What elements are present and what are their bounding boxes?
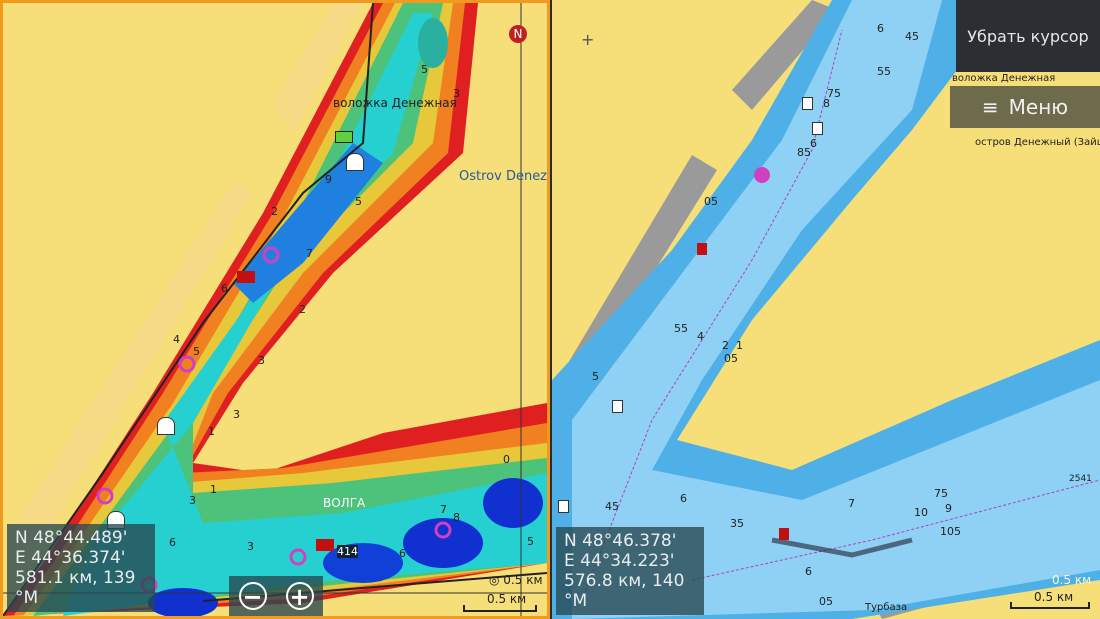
longitude: E 44°34.223' — [564, 551, 675, 571]
depth-value: 3 — [247, 540, 254, 553]
depth-value: 0 — [503, 453, 510, 466]
depth-value: 05 — [724, 352, 738, 365]
cursor-coordinates-panel: N 48°46.378' E 44°34.223' 576.8 км, 140 … — [556, 527, 704, 615]
depth-value: 3 — [189, 494, 196, 507]
waypoint-flag-red[interactable] — [779, 528, 789, 540]
depth-value: 2 — [299, 303, 306, 316]
latitude: N 48°44.489' — [15, 528, 128, 548]
depth-value: 1 — [210, 483, 217, 496]
depth-value: 3 — [233, 408, 240, 421]
island-label: остров Денежный (Зайце — [975, 137, 1100, 148]
waypoint-flag-white[interactable] — [802, 97, 813, 110]
depth-value: 6 — [810, 137, 817, 150]
waypoint-flag-green[interactable] — [335, 131, 353, 143]
depth-value: 55 — [674, 322, 688, 335]
depth-value: 5 — [592, 370, 599, 383]
river-label: ВОЛГА — [323, 496, 366, 510]
depth-value: 6 — [877, 22, 884, 35]
channel-label: воложка Денежная — [952, 73, 1056, 84]
depth-value: 3 — [258, 354, 265, 367]
scale-bar — [1010, 602, 1090, 609]
right-chart-pane[interactable]: + Убрать курсор ≡ Меню воложка Денежная … — [552, 0, 1100, 619]
distance-bearing: 581.1 км, 139 °M — [15, 568, 136, 608]
waypoint-flag-white[interactable] — [812, 122, 823, 135]
depth-value: 45 — [605, 500, 619, 513]
depth-value: 5 — [193, 345, 200, 358]
depth-value: 105 — [940, 525, 961, 538]
depth-value: 75 — [934, 487, 948, 500]
waypoint-flag-red[interactable] — [697, 243, 707, 255]
scale-bar — [463, 605, 537, 612]
depth-value: 35 — [730, 517, 744, 530]
depth-value: 6 — [221, 282, 228, 295]
depth-value: 5 — [527, 535, 534, 548]
latitude: N 48°46.378' — [564, 531, 677, 551]
track-label: 2541 — [1069, 474, 1092, 484]
waypoint-flag-white[interactable] — [558, 500, 569, 513]
longitude: E 44°36.374' — [15, 548, 126, 568]
depth-value: 3 — [453, 87, 460, 100]
range-ring-value: 0.5 км — [503, 573, 543, 587]
waypoint-flag-red[interactable] — [316, 539, 334, 551]
depth-value: 1 — [736, 339, 743, 352]
depth-value: 5 — [421, 63, 428, 76]
cursor-coordinates-panel: N 48°44.489' E 44°36.374' 581.1 км, 139 … — [7, 524, 155, 612]
zoom-out-button[interactable]: − — [238, 582, 267, 610]
depth-value: 6 — [399, 547, 406, 560]
depth-value: 7 — [306, 247, 313, 260]
hamburger-icon: ≡ — [981, 95, 999, 119]
waypoint-flag-white[interactable] — [612, 400, 623, 413]
depth-value: 85 — [797, 146, 811, 159]
depth-value: 6 — [169, 536, 176, 549]
depth-value: 1 — [208, 425, 215, 438]
island-label: Ostrov Denez — [459, 169, 548, 184]
left-chart-pane[interactable]: N воложка Денежная Ostrov Denez ВОЛГА 41… — [0, 0, 550, 619]
depth-value: 10 — [914, 506, 928, 519]
depth-value: 9 — [945, 502, 952, 515]
north-icon[interactable]: N — [509, 25, 527, 43]
zoom-in-button[interactable]: + — [285, 582, 314, 610]
depth-value: 5 — [355, 195, 362, 208]
depth-value: 9 — [325, 173, 332, 186]
depth-value: 55 — [877, 65, 891, 78]
depth-value: 2 — [271, 205, 278, 218]
menu-button[interactable]: ≡ Меню — [950, 86, 1100, 128]
depth-value: 8 — [453, 511, 460, 524]
bell-marker-icon[interactable] — [157, 417, 175, 435]
depth-value: 7 — [440, 503, 447, 516]
depth-value: 45 — [905, 30, 919, 43]
scale-label: 0.5 км — [487, 592, 527, 606]
depth-value: 05 — [704, 195, 718, 208]
depth-value: 8 — [823, 97, 830, 110]
cursor-crosshair-icon: + — [581, 30, 595, 49]
menu-label: Меню — [1008, 95, 1069, 119]
depth-value: 4 — [173, 333, 180, 346]
depth-value: 2 — [722, 339, 729, 352]
distance-bearing: 576.8 км, 140 °M — [564, 571, 685, 611]
range-ring-label: ◎ 0.5 км — [489, 573, 543, 587]
waypoint-label: 414 — [337, 545, 358, 558]
waypoint-flag-red[interactable] — [237, 271, 255, 283]
depth-value: 4 — [697, 330, 704, 343]
channel-label: воложка Денежная — [333, 96, 457, 110]
depth-value: 7 — [848, 497, 855, 510]
remove-cursor-button[interactable]: Убрать курсор — [956, 0, 1100, 72]
depth-value: 6 — [680, 492, 687, 505]
range-ring-label: 0.5 км — [1052, 573, 1092, 587]
depth-value: 05 — [819, 595, 833, 608]
zoom-controls: − + — [229, 576, 323, 616]
base-label: Турбаза — [865, 602, 908, 613]
bell-marker-icon[interactable] — [346, 153, 364, 171]
depth-value: 6 — [805, 565, 812, 578]
